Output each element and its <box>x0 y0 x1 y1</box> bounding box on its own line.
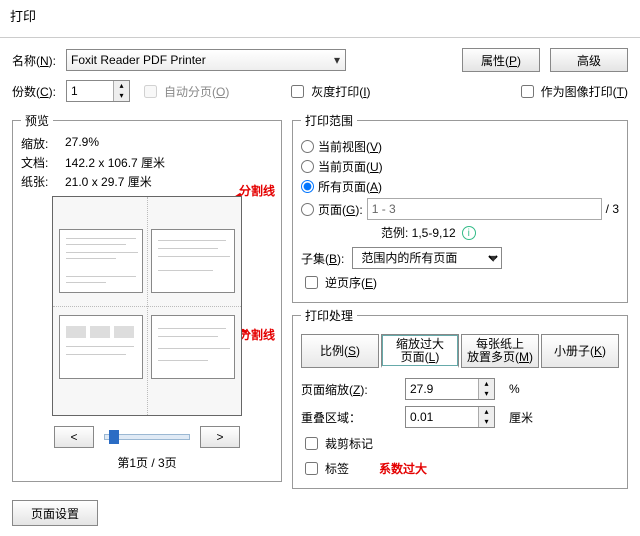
preview-fieldset: 预览 缩放: 27.9% 文档: 142.2 x 106.7 厘米 纸张: 21… <box>12 112 282 482</box>
scale-label: 缩放: <box>21 135 65 152</box>
reverse-order-checkbox[interactable]: 逆页序(E) <box>301 273 377 292</box>
page-total: / 3 <box>606 202 619 216</box>
overlap-spinner[interactable]: ▴▾ <box>405 406 495 428</box>
doc-label: 文档: <box>21 154 65 171</box>
range-current-page[interactable]: 当前页面(U) <box>301 158 619 175</box>
page-slider[interactable] <box>104 434 190 440</box>
zoom-down[interactable]: ▾ <box>478 389 494 399</box>
copies-label: 份数(C): <box>12 83 56 100</box>
paper-label: 纸张: <box>21 173 65 190</box>
copies-spinner[interactable]: ▴▾ <box>66 80 130 102</box>
zoom-input[interactable] <box>406 379 478 399</box>
dialog-title: 打印 <box>0 0 640 31</box>
copies-up[interactable]: ▴ <box>113 81 129 91</box>
overlap-up[interactable]: ▴ <box>478 407 494 417</box>
range-all-pages[interactable]: 所有页面(A) <box>301 178 619 195</box>
info-icon[interactable]: i <box>462 226 476 240</box>
grayscale-checkbox[interactable]: 灰度打印(I) <box>287 82 370 101</box>
collate-checkbox[interactable]: 自动分页(O) <box>140 82 229 101</box>
overlap-input[interactable] <box>406 407 478 427</box>
tab-fit-large[interactable]: 缩放过大页面(L) <box>381 334 459 368</box>
tab-booklet[interactable]: 小册子(K) <box>541 334 619 368</box>
printer-label: 名称(N): <box>12 52 56 69</box>
zoom-up[interactable]: ▴ <box>478 379 494 389</box>
range-pages-label: 页面(G): <box>318 201 363 218</box>
advanced-button[interactable]: 高级 <box>550 48 628 72</box>
preview-canvas <box>52 196 242 416</box>
crop-marks-checkbox[interactable]: 裁剪标记 <box>301 434 619 453</box>
range-example: 范例: 1,5-9,12 <box>381 224 456 241</box>
prev-page-button[interactable]: < <box>54 426 94 448</box>
labels-checkbox[interactable]: 标签 <box>301 459 349 478</box>
next-page-button[interactable]: > <box>200 426 240 448</box>
copies-input[interactable] <box>67 81 113 101</box>
properties-button[interactable]: 属性(P) <box>462 48 540 72</box>
subset-label: 子集(B): <box>301 250 344 267</box>
page-indicator: 第1页 / 3页 <box>21 454 273 471</box>
range-current-view[interactable]: 当前视图(V) <box>301 138 619 155</box>
zoom-label: 页面缩放(Z): <box>301 381 391 398</box>
scale-value: 27.9% <box>65 135 225 152</box>
print-range-fieldset: 打印范围 当前视图(V) 当前页面(U) 所有页面(A) 页面(G): / 3 … <box>292 112 628 303</box>
tab-multi-page[interactable]: 每张纸上放置多页(M) <box>461 334 539 368</box>
overlap-down[interactable]: ▾ <box>478 417 494 427</box>
print-handling-legend: 打印处理 <box>301 307 357 324</box>
subset-select[interactable]: 范围内的所有页面 <box>352 247 502 269</box>
warning-text: 系数过大 <box>379 460 427 477</box>
tab-scale[interactable]: 比例(S) <box>301 334 379 368</box>
doc-value: 142.2 x 106.7 厘米 <box>65 154 225 171</box>
page-setup-button[interactable]: 页面设置 <box>12 500 98 526</box>
overlap-label: 重叠区域： <box>301 409 391 426</box>
overlap-unit: 厘米 <box>509 409 533 426</box>
printer-select[interactable]: Foxit Reader PDF Printer <box>66 49 346 71</box>
divider <box>0 37 640 38</box>
preview-legend: 预览 <box>21 112 53 129</box>
zoom-spinner[interactable]: ▴▾ <box>405 378 495 400</box>
copies-down[interactable]: ▾ <box>113 91 129 101</box>
page-range-input[interactable] <box>367 198 602 220</box>
print-handling-fieldset: 打印处理 比例(S) 缩放过大页面(L) 每张纸上放置多页(M) 小册子(K) … <box>292 307 628 489</box>
print-as-image-checkbox[interactable]: 作为图像打印(T) <box>517 82 628 101</box>
print-range-legend: 打印范围 <box>301 112 357 129</box>
zoom-unit: % <box>509 382 520 396</box>
range-pages-radio[interactable] <box>301 203 314 216</box>
